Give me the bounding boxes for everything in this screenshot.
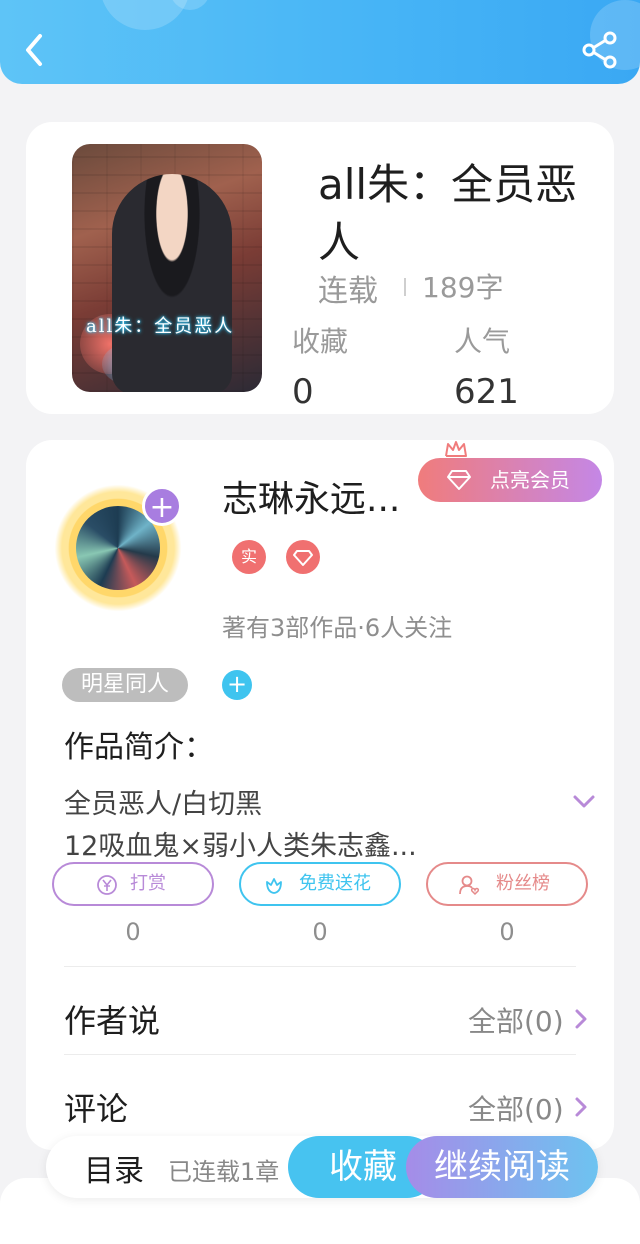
fan-count: 0 [499,918,515,946]
add-tag-button[interactable]: + [222,670,252,700]
stat-value-favorites: 0 [292,372,314,412]
author-notes-title: 作者说 [64,1002,161,1040]
divider [404,278,406,296]
follow-author-button[interactable]: + [142,486,182,526]
fan-icon [459,875,480,896]
vip-label: 点亮会员 [490,468,570,492]
book-cover[interactable]: all朱：全员恶人 [72,144,262,392]
cover-figure [112,174,232,392]
book-info-card: all朱：全员恶人 all朱：全员恶人 连载 189字 收藏 0 人气 621 [26,122,614,414]
flower-count: 0 [312,918,328,946]
send-flower-label: 免费送花 [299,873,371,894]
comments-all-link[interactable]: 全部(0) [468,1088,564,1128]
tip-button[interactable]: 打赏 [52,862,214,906]
author-notes-all-link[interactable]: 全部(0) [468,1000,564,1040]
chevron-right-icon[interactable] [574,1096,588,1118]
diamond-badge [286,540,320,574]
fan-rank-button[interactable]: 粉丝榜 [426,862,588,906]
cover-caption: all朱：全员恶人 [86,316,235,337]
intro-line: 12吸血鬼×弱小人类朱志鑫... [64,831,417,862]
word-count: 189字 [422,271,504,304]
stat-label-popularity: 人气 [454,325,511,358]
book-title: all朱：全员恶人 [318,160,578,267]
bottom-action-bar: 目录 已连载1章 收藏 继续阅读 [46,1136,598,1198]
diamond-icon [447,470,471,490]
tip-count: 0 [125,918,141,946]
intro-heading: 作品简介： [64,730,214,765]
yen-icon [97,875,117,895]
author-meta: 著有3部作品·6人关注 [222,614,453,642]
share-icon[interactable] [580,30,620,70]
send-flower-button[interactable]: 免费送花 [239,862,401,906]
comments-title: 评论 [64,1090,129,1128]
back-arrow-icon[interactable] [20,30,48,70]
fan-rank-label: 粉丝榜 [496,873,550,894]
table-of-contents-button[interactable]: 目录 [84,1146,144,1190]
chevron-right-icon[interactable] [574,1008,588,1030]
continue-reading-button[interactable]: 继续阅读 [406,1136,598,1198]
top-bar [0,0,640,84]
tip-label: 打赏 [130,873,166,894]
verified-badge: 实 [232,540,266,574]
intro-line: 全员恶人/白切黑 [64,789,263,820]
book-status: 连载 [318,274,378,309]
chevron-down-icon[interactable] [572,794,596,810]
genre-tag[interactable]: 明星同人 [62,668,188,702]
diamond-icon [293,550,313,566]
author-name[interactable]: 志琳永远... [222,470,400,522]
stat-value-popularity: 621 [454,372,519,412]
divider [64,966,576,967]
chapter-count: 已连载1章 [168,1158,280,1186]
vip-button[interactable]: 点亮会员 [418,458,602,502]
flower-icon [266,878,282,894]
divider [64,1054,576,1055]
stat-label-favorites: 收藏 [292,325,349,358]
crown-icon [445,441,467,457]
details-card: + 志琳永远... 点亮会员 实 著有3部作品·6人关注 明星同人 + 作品简介… [26,440,614,1150]
